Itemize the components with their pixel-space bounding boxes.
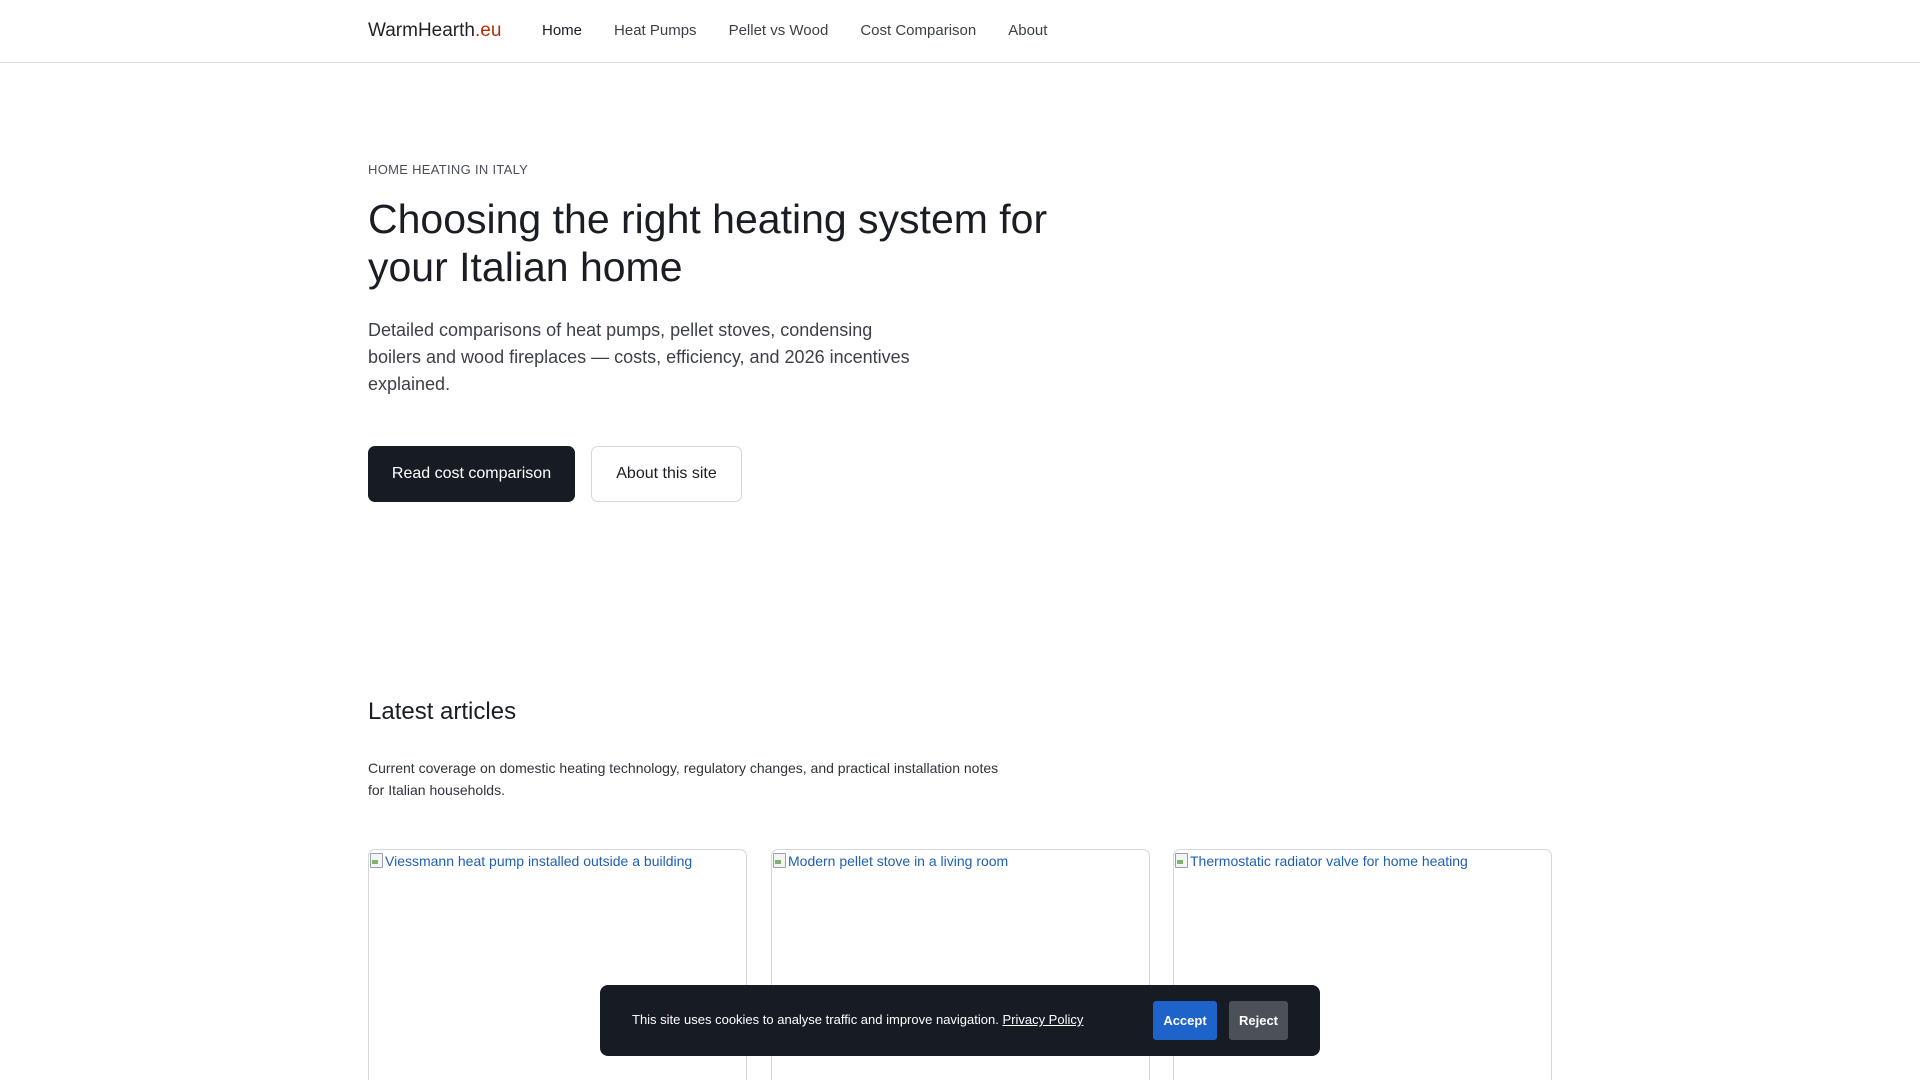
article-image[interactable]: Modern pellet stove in a living room (772, 850, 1149, 870)
article-image[interactable]: Viessmann heat pump installed outside a … (369, 850, 746, 870)
image-alt-text: Viessmann heat pump installed outside a … (385, 853, 693, 869)
about-site-button[interactable]: About this site (591, 446, 742, 502)
hero-eyebrow: HOME HEATING IN ITALY (368, 162, 529, 177)
broken-image-icon (772, 852, 786, 868)
read-cost-comparison-button[interactable]: Read cost comparison (368, 446, 575, 502)
accept-cookies-button[interactable]: Accept (1153, 1001, 1217, 1040)
cookie-text: This site uses cookies to analyse traffi… (632, 1012, 1003, 1027)
cookie-message: This site uses cookies to analyse traffi… (632, 1012, 1083, 1027)
broken-image-icon (369, 852, 383, 868)
nav-pellet-vs-wood[interactable]: Pellet vs Wood (729, 22, 829, 39)
hero-lead: Detailed comparisons of heat pumps, pell… (368, 320, 910, 394)
cookie-banner: This site uses cookies to analyse traffi… (600, 985, 1320, 1056)
nav-home[interactable]: Home (542, 22, 582, 39)
reject-cookies-button[interactable]: Reject (1229, 1001, 1288, 1040)
privacy-policy-link[interactable]: Privacy Policy (1002, 1012, 1083, 1027)
nav-heat-pumps[interactable]: Heat Pumps (614, 22, 697, 39)
image-alt-text: Modern pellet stove in a living room (788, 853, 1009, 869)
latest-articles-lead: Current coverage on domestic heating tec… (368, 760, 999, 798)
main-nav: Home Heat Pumps Pellet vs Wood Cost Comp… (542, 22, 1079, 39)
hero-title: Choosing the right heating system for yo… (368, 196, 1048, 290)
nav-about[interactable]: About (1008, 22, 1047, 39)
latest-articles-title: Latest articles (368, 698, 517, 725)
article-image[interactable]: Thermostatic radiator valve for home hea… (1174, 850, 1551, 870)
broken-image-icon (1174, 852, 1188, 868)
nav-cost-comparison[interactable]: Cost Comparison (860, 22, 976, 39)
site-header: WarmHearth.eu Home Heat Pumps Pellet vs … (0, 0, 1920, 63)
brand-tld: .eu (474, 20, 502, 41)
site-logo[interactable]: WarmHearth.eu (368, 20, 501, 42)
brand-name: WarmHearth (368, 20, 475, 41)
image-alt-text: Thermostatic radiator valve for home hea… (1190, 853, 1468, 869)
